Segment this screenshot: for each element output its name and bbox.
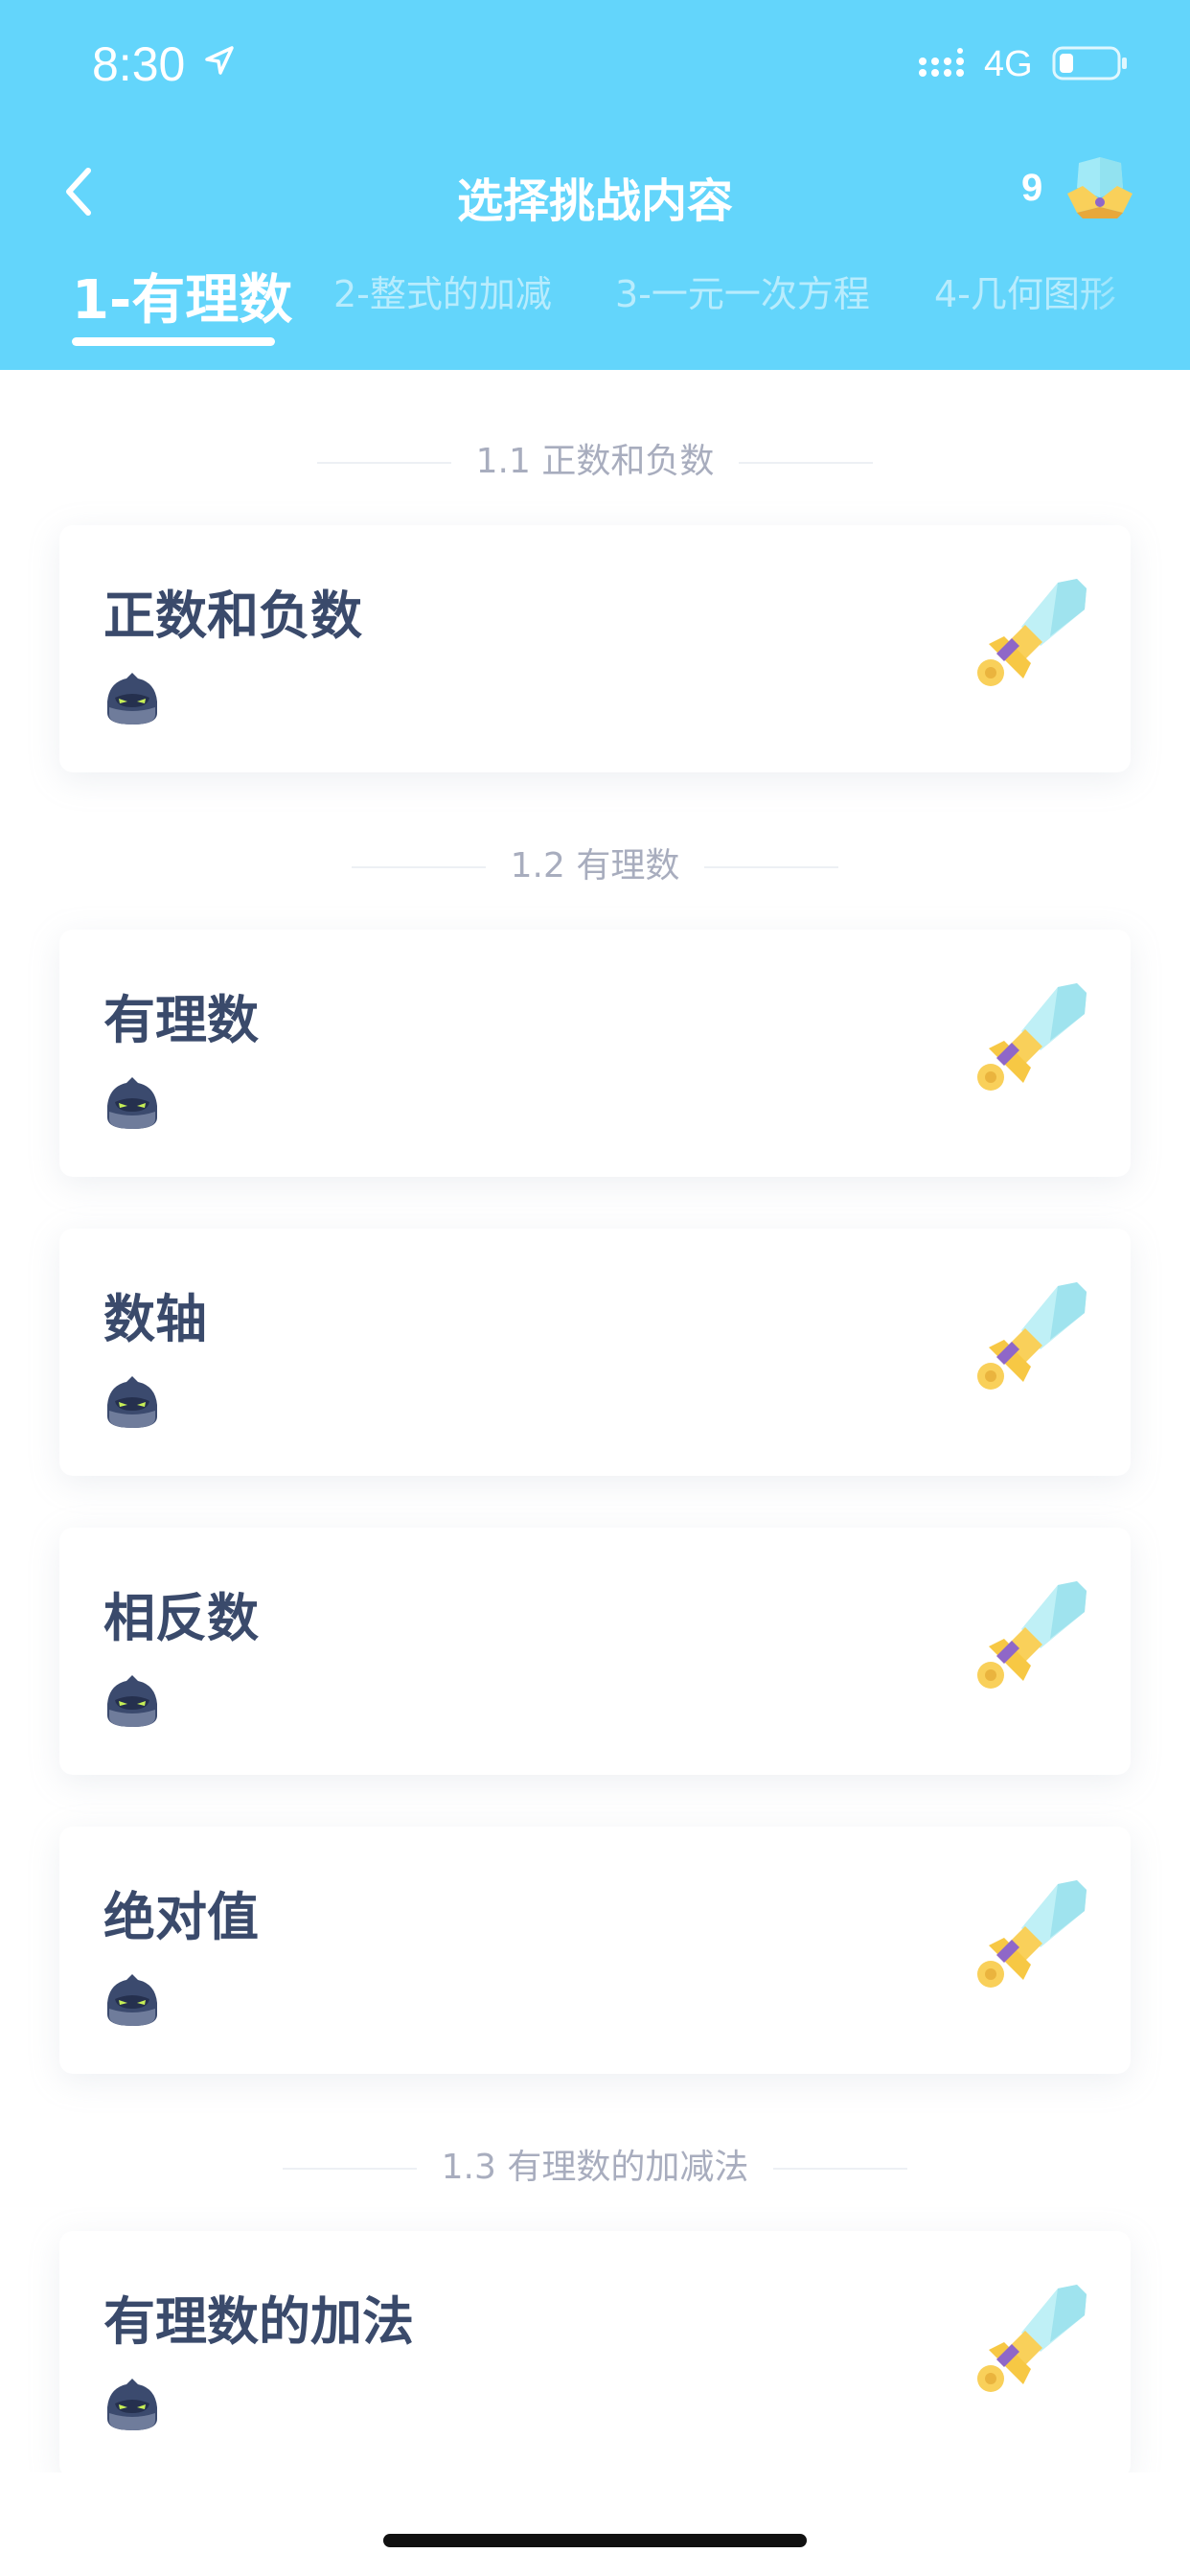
challenge-title: 有理数: [103, 990, 259, 1050]
signal-icon: [918, 48, 970, 84]
helmet-icon[interactable]: [1064, 155, 1136, 226]
section-title: 1.2 有理数: [510, 846, 680, 886]
challenge-card[interactable]: 相反数: [59, 1528, 1131, 1775]
ninja-icon: [103, 669, 161, 732]
section-header: 1.2 有理数: [0, 838, 1190, 887]
challenge-title: 有理数的加法: [103, 2291, 414, 2352]
ninja-icon: [103, 1970, 161, 2034]
tab-chapter-2[interactable]: 2-整式的加减: [333, 264, 552, 317]
page-title: 选择挑战内容: [456, 174, 733, 228]
tab-chapter-3[interactable]: 3-一元一次方程: [615, 264, 870, 317]
status-time: 8:30: [92, 37, 186, 91]
ninja-icon: [103, 1372, 161, 1436]
sword-icon[interactable]: [970, 1576, 1094, 1704]
bottom-safe-area: [0, 2472, 1190, 2576]
header: 8:30 4G 选择挑战内容 9 1-有理数 2-整式的加减 3-一元一次方程 …: [0, 0, 1190, 370]
challenge-title: 绝对值: [103, 1887, 259, 1947]
sword-icon[interactable]: [970, 1276, 1094, 1405]
section-header: 1.1 正数和负数: [0, 433, 1190, 483]
status-bar: 8:30 4G: [0, 0, 1190, 125]
challenge-title: 数轴: [103, 1289, 207, 1349]
location-arrow-icon: [203, 44, 236, 80]
sword-icon[interactable]: [970, 573, 1094, 702]
battery-icon: [1052, 45, 1129, 85]
sword-icon[interactable]: [970, 1874, 1094, 2003]
section-title: 1.1 正数和负数: [475, 442, 715, 481]
challenge-card[interactable]: 有理数的加法: [59, 2231, 1131, 2478]
challenge-title: 相反数: [103, 1588, 259, 1648]
ninja-icon: [103, 1073, 161, 1137]
chapter-tabs: 1-有理数 2-整式的加减 3-一元一次方程 4-几何图形: [0, 257, 1190, 353]
section-header: 1.3 有理数的加减法: [0, 2139, 1190, 2189]
challenge-card[interactable]: 正数和负数: [59, 525, 1131, 772]
sword-icon[interactable]: [970, 978, 1094, 1106]
reward-count: 9: [1021, 167, 1043, 209]
challenge-card[interactable]: 绝对值: [59, 1827, 1131, 2074]
section-title: 1.3 有理数的加减法: [441, 2148, 749, 2187]
nav-bar: 选择挑战内容 9: [0, 144, 1190, 240]
challenge-card[interactable]: 数轴: [59, 1229, 1131, 1476]
ninja-icon: [103, 1671, 161, 1735]
sword-icon[interactable]: [970, 2279, 1094, 2407]
home-indicator[interactable]: [383, 2534, 807, 2547]
network-type: 4G: [984, 44, 1033, 84]
challenge-title: 正数和负数: [103, 586, 362, 646]
tab-chapter-1[interactable]: 1-有理数: [72, 257, 292, 334]
tab-fade: [1075, 257, 1190, 353]
ninja-icon: [103, 2375, 161, 2438]
challenge-card[interactable]: 有理数: [59, 930, 1131, 1177]
active-tab-indicator: [72, 337, 275, 346]
